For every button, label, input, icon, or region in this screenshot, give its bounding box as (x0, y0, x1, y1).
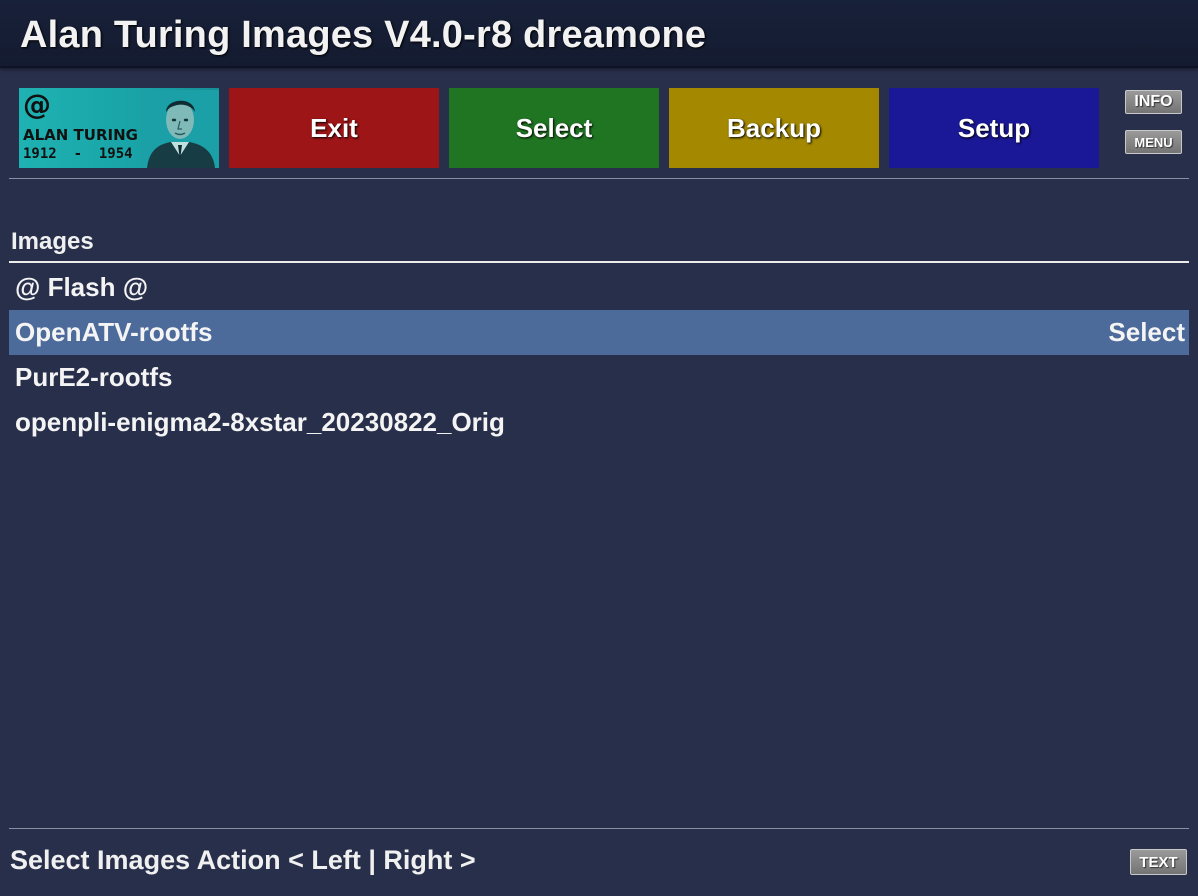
section-divider (9, 261, 1189, 263)
backup-button[interactable]: Backup (669, 88, 879, 168)
status-text: Select Images Action < Left | Right > (10, 845, 476, 875)
list-item-openpli[interactable]: openpli-enigma2-8xstar_20230822_Orig (9, 400, 1189, 445)
footer-divider (9, 828, 1189, 829)
list-item-openatv-rootfs[interactable]: OpenATV-rootfs Select (9, 310, 1189, 355)
title-bar: Alan Turing Images V4.0-r8 dreamone (0, 0, 1198, 68)
list-item-label: OpenATV-rootfs (15, 317, 213, 347)
image-list: @ Flash @ OpenATV-rootfs Select PurE2-ro… (9, 265, 1189, 445)
logo-years: 1912 - 1954 (23, 146, 133, 162)
setup-button[interactable]: Setup (889, 88, 1099, 168)
list-item-action: Select (1108, 317, 1185, 347)
select-button[interactable]: Select (449, 88, 659, 168)
section-title: Images (11, 228, 94, 255)
list-item-label: openpli-enigma2-8xstar_20230822_Orig (15, 407, 505, 437)
list-item-label: @ Flash @ (15, 272, 149, 302)
window-title: Alan Turing Images V4.0-r8 dreamone (20, 14, 707, 56)
logo-at-sign: @ (23, 88, 51, 121)
list-item-pure2-rootfs[interactable]: PurE2-rootfs (9, 355, 1189, 400)
info-key-button[interactable]: INFO (1125, 90, 1182, 114)
menu-key-button[interactable]: MENU (1125, 130, 1182, 154)
turing-portrait-image (141, 90, 219, 168)
header-divider (9, 178, 1189, 179)
alan-turing-logo: @ ALAN TURING 1912 - 1954 (19, 88, 219, 168)
logo-name: ALAN TURING (23, 126, 138, 144)
exit-button[interactable]: Exit (229, 88, 439, 168)
list-item-label: PurE2-rootfs (15, 362, 173, 392)
text-key-button[interactable]: TEXT (1130, 849, 1187, 875)
list-item-flash[interactable]: @ Flash @ (9, 265, 1189, 310)
